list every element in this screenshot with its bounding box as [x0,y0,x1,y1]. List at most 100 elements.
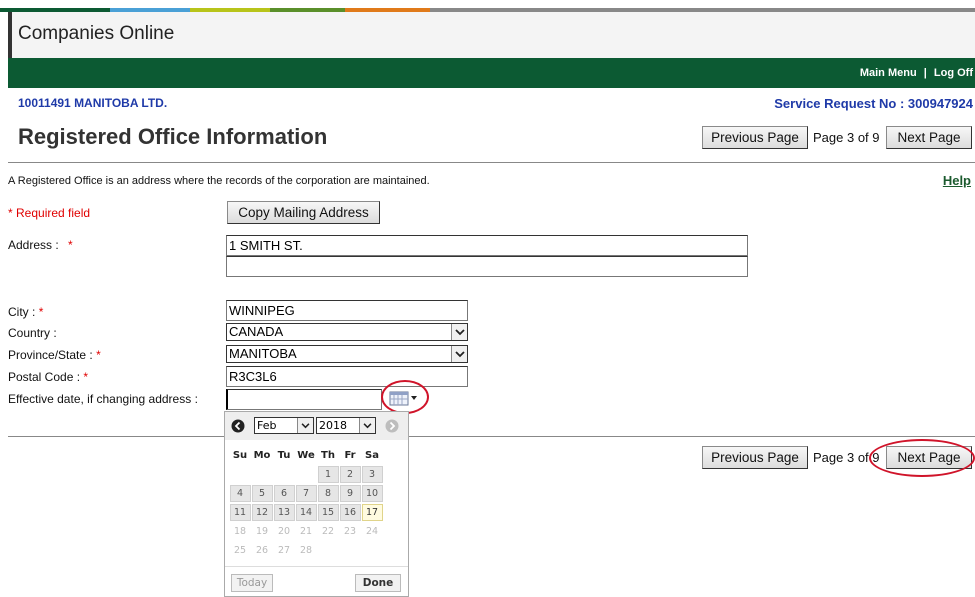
date-picker-header: Feb 2018 [225,412,408,440]
postal-code-label: Postal Code : * [8,370,88,384]
calendar-day[interactable]: 12 [251,504,273,521]
calendar-day: 27 [273,542,295,559]
postal-label-text: Postal Code : [8,370,81,384]
year-select[interactable]: 2018 [316,417,376,434]
weekday-label: We [297,450,315,461]
city-input[interactable]: WINNIPEG [226,300,468,321]
chevron-down-icon[interactable] [451,324,467,340]
calendar-day[interactable]: 14 [295,504,317,521]
calendar-day[interactable]: 5 [251,485,273,502]
calendar-empty-cell [252,466,273,483]
calendar-grid: Su Mo Tu We Th Fr Sa 1 2 3 4 5 6 7 8 9 10 11 12 13 14 15 16 17 1… [229,446,383,560]
chevron-down-icon[interactable] [451,346,467,362]
log-off-link[interactable]: Log Off [934,67,973,79]
province-value: MANITOBA [229,346,297,361]
calendar-day[interactable]: 6 [273,485,295,502]
calendar-day: 24 [361,523,383,540]
done-button[interactable]: Done [355,574,401,592]
address-line2-input[interactable] [226,256,748,277]
city-label-text: City : [8,305,36,319]
country-select[interactable]: CANADA [226,323,468,341]
required-field-note: * Required field [8,206,91,220]
help-link[interactable]: Help [943,173,971,188]
calendar-day: 28 [295,542,317,559]
copy-mailing-address-button[interactable]: Copy Mailing Address [227,201,380,224]
required-asterisk: * [38,305,44,319]
chevron-down-icon[interactable] [359,418,375,433]
province-label: Province/State : * [8,348,101,362]
date-picker-footer: Today Done [225,566,408,597]
calendar-day: 19 [251,523,273,540]
top-nav-bar [8,58,975,88]
effective-date-input[interactable] [226,389,382,410]
next-page-button-top[interactable]: Next Page [886,126,972,149]
calendar-empty-cell [340,542,361,559]
calendar-day[interactable]: 7 [295,485,317,502]
highlight-circle [869,439,975,477]
highlight-circle [381,380,429,414]
calendar-day[interactable]: 16 [339,504,361,521]
calendar-day[interactable]: 8 [317,485,339,502]
weekday-label: Tu [277,450,291,461]
calendar-empty-cell [230,466,251,483]
previous-month-icon[interactable] [231,418,245,437]
calendar-day[interactable]: 2 [339,466,361,483]
calendar-day[interactable]: 9 [339,485,361,502]
calendar-empty-cell [362,542,383,559]
calendar-day[interactable]: 4 [229,485,251,502]
calendar-day[interactable]: 13 [273,504,295,521]
date-picker-popup: Feb 2018 Su Mo Tu We Th Fr Sa 1 2 3 4 5 6 7 8 9 10 11 12 13… [224,411,409,597]
calendar-day[interactable]: 11 [229,504,251,521]
address-line1-input[interactable]: 1 SMITH ST. [226,235,748,256]
weekday-label: Sa [365,450,379,461]
divider-top [8,162,975,163]
page-description: A Registered Office is an address where … [8,175,430,187]
divider-bottom [8,436,975,437]
required-asterisk: * [96,348,101,362]
calendar-week-row: 25 26 27 28 [229,541,383,560]
service-request-number: Service Request No : 300947924 [774,96,973,111]
page-title: Registered Office Information [18,124,328,149]
main-menu-link[interactable]: Main Menu [860,67,917,79]
previous-page-button-bottom[interactable]: Previous Page [702,446,808,469]
country-label: Country : [8,326,57,340]
calendar-empty-cell [318,542,339,559]
company-name: 10011491 MANITOBA LTD. [18,96,168,110]
top-nav: Main Menu | Log Off [860,67,973,79]
province-select[interactable]: MANITOBA [226,345,468,363]
calendar-week-row: 18 19 20 21 22 23 24 [229,522,383,541]
city-label: City : * [8,305,43,319]
month-value: Feb [257,419,277,432]
calendar-day: 20 [273,523,295,540]
calendar-day: 21 [295,523,317,540]
weekday-header-row: Su Mo Tu We Th Fr Sa [229,446,383,465]
postal-code-input[interactable]: R3C3L6 [226,366,468,387]
calendar-empty-cell [274,466,295,483]
calendar-empty-cell [296,466,317,483]
weekday-label: Mo [253,450,271,461]
previous-page-button-top[interactable]: Previous Page [702,126,808,149]
nav-separator: | [923,67,927,79]
month-select[interactable]: Feb [254,417,314,434]
today-button[interactable]: Today [231,574,273,592]
address-label: Address : * [8,238,73,252]
calendar-day[interactable]: 3 [361,466,383,483]
next-month-icon[interactable] [385,418,399,437]
calendar-day[interactable]: 15 [317,504,339,521]
province-label-text: Province/State : [8,348,93,362]
calendar-day[interactable]: 17 [361,504,383,521]
calendar-day[interactable]: 10 [361,485,383,502]
calendar-week-row: 11 12 13 14 15 16 17 [229,503,383,522]
year-value: 2018 [319,419,347,432]
calendar-day[interactable]: 1 [317,466,339,483]
calendar-day: 23 [339,523,361,540]
calendar-day: 25 [229,542,251,559]
required-asterisk: * [83,370,89,384]
address-label-text: Address : [8,238,59,252]
calendar-day: 26 [251,542,273,559]
weekday-label: Fr [344,450,356,461]
calendar-week-row: 4 5 6 7 8 9 10 [229,484,383,503]
chevron-down-icon[interactable] [297,418,313,433]
calendar-week-row: 123 [229,465,383,484]
weekday-label: Su [232,450,248,461]
